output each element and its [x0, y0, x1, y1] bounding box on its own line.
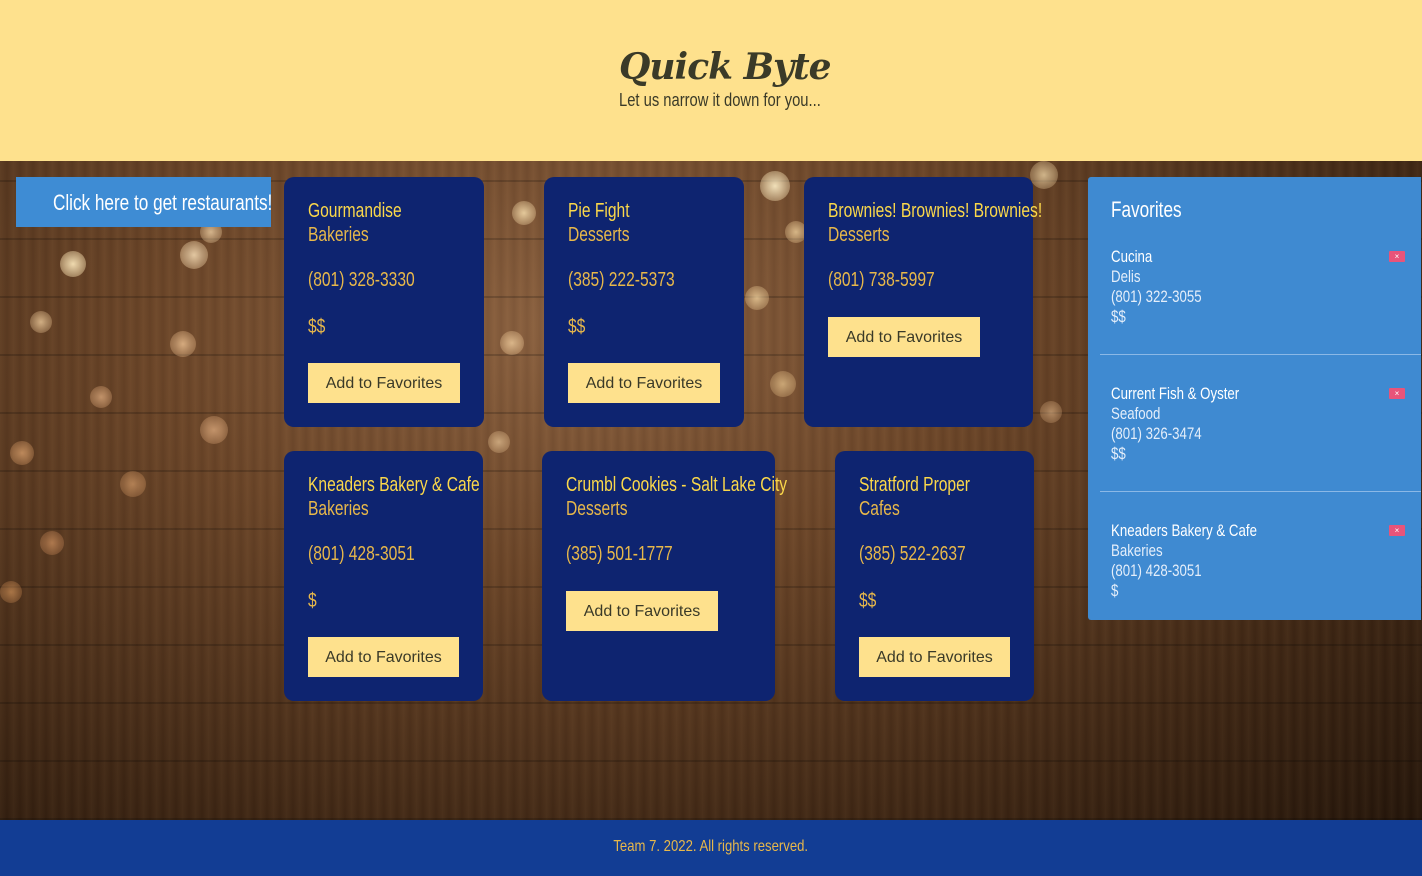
favorite-name-link[interactable]: Current Fish & Oyster	[1111, 384, 1239, 404]
divider	[1100, 491, 1421, 492]
favorite-category: Seafood	[1111, 404, 1161, 423]
favorite-item: Cucina Delis (801) 322-3055 $$ ×	[1111, 247, 1405, 327]
favorite-category: Delis	[1111, 267, 1141, 286]
restaurant-category: Bakeries	[308, 498, 369, 520]
restaurant-phone: (385) 522-2637	[859, 543, 966, 565]
add-to-favorites-button[interactable]: Add to Favorites	[566, 591, 718, 631]
restaurant-card: Stratford Proper Cafes (385) 522-2637 $$…	[835, 451, 1034, 701]
restaurant-phone: (801) 328-3330	[308, 269, 415, 291]
restaurant-card: Crumbl Cookies - Salt Lake City Desserts…	[542, 451, 787, 701]
restaurant-price: $$	[568, 316, 586, 338]
site-logo: Quick Byte	[619, 46, 831, 88]
restaurant-price: $$	[859, 590, 877, 612]
remove-favorite-button[interactable]: ×	[1389, 525, 1405, 536]
restaurant-name: Gourmandise	[308, 200, 402, 222]
favorite-price: $$	[1111, 307, 1126, 326]
divider	[1100, 354, 1421, 355]
get-restaurants-button[interactable]: Click here to get restaurants!	[16, 177, 273, 227]
favorite-phone: (801) 428-3051	[1111, 561, 1202, 580]
restaurant-name: Crumbl Cookies - Salt Lake City	[566, 474, 788, 496]
restaurant-category: Cafes	[859, 498, 900, 520]
favorite-item: Kneaders Bakery & Cafe Bakeries (801) 42…	[1111, 521, 1405, 601]
restaurant-name: Brownies! Brownies! Brownies!	[828, 200, 1043, 222]
restaurant-name: Stratford Proper	[859, 474, 970, 496]
restaurant-name: Kneaders Bakery & Cafe	[308, 474, 480, 496]
restaurant-category: Bakeries	[308, 224, 369, 246]
restaurant-category: Desserts	[828, 224, 890, 246]
favorite-price: $	[1111, 581, 1119, 600]
footer-text: Team 7. 2022. All rights reserved.	[613, 838, 809, 855]
restaurant-card: Pie Fight Desserts (385) 222-5373 $$ Add…	[544, 177, 744, 427]
restaurant-card: Kneaders Bakery & Cafe Bakeries (801) 42…	[284, 451, 483, 701]
restaurant-category: Desserts	[568, 224, 630, 246]
favorite-item: Current Fish & Oyster Seafood (801) 326-…	[1111, 384, 1405, 464]
add-to-favorites-button[interactable]: Add to Favorites	[859, 637, 1010, 677]
restaurant-price: $	[308, 590, 317, 612]
add-to-favorites-button[interactable]: Add to Favorites	[308, 363, 460, 403]
favorite-price: $$	[1111, 444, 1126, 463]
header: Quick Byte Let us narrow it down for you…	[0, 0, 1422, 161]
restaurant-phone: (801) 428-3051	[308, 543, 415, 565]
favorite-name-link[interactable]: Cucina	[1111, 247, 1152, 267]
favorite-phone: (801) 322-3055	[1111, 287, 1202, 306]
remove-favorite-button[interactable]: ×	[1389, 251, 1405, 262]
restaurant-phone: (385) 222-5373	[568, 269, 675, 291]
tagline: Let us narrow it down for you...	[619, 90, 821, 110]
favorites-panel: Favorites Cucina Delis (801) 322-3055 $$…	[1088, 177, 1421, 620]
favorite-category: Bakeries	[1111, 541, 1163, 560]
add-to-favorites-button[interactable]: Add to Favorites	[568, 363, 720, 403]
get-restaurants-label: Click here to get restaurants!	[52, 190, 273, 215]
favorite-phone: (801) 326-3474	[1111, 424, 1202, 443]
footer: Team 7. 2022. All rights reserved.	[0, 820, 1422, 876]
restaurant-name: Pie Fight	[568, 200, 630, 222]
favorite-name-link[interactable]: Kneaders Bakery & Cafe	[1111, 521, 1257, 541]
restaurant-phone: (385) 501-1777	[566, 543, 673, 565]
restaurant-price: $$	[308, 316, 326, 338]
add-to-favorites-button[interactable]: Add to Favorites	[308, 637, 459, 677]
restaurant-phone: (801) 738-5997	[828, 269, 935, 291]
favorites-title: Favorites	[1111, 197, 1182, 222]
remove-favorite-button[interactable]: ×	[1389, 388, 1405, 399]
restaurant-category: Desserts	[566, 498, 628, 520]
restaurant-card: Gourmandise Bakeries (801) 328-3330 $$ A…	[284, 177, 484, 427]
restaurant-card: Brownies! Brownies! Brownies! Desserts (…	[804, 177, 1042, 427]
add-to-favorites-button[interactable]: Add to Favorites	[828, 317, 980, 357]
